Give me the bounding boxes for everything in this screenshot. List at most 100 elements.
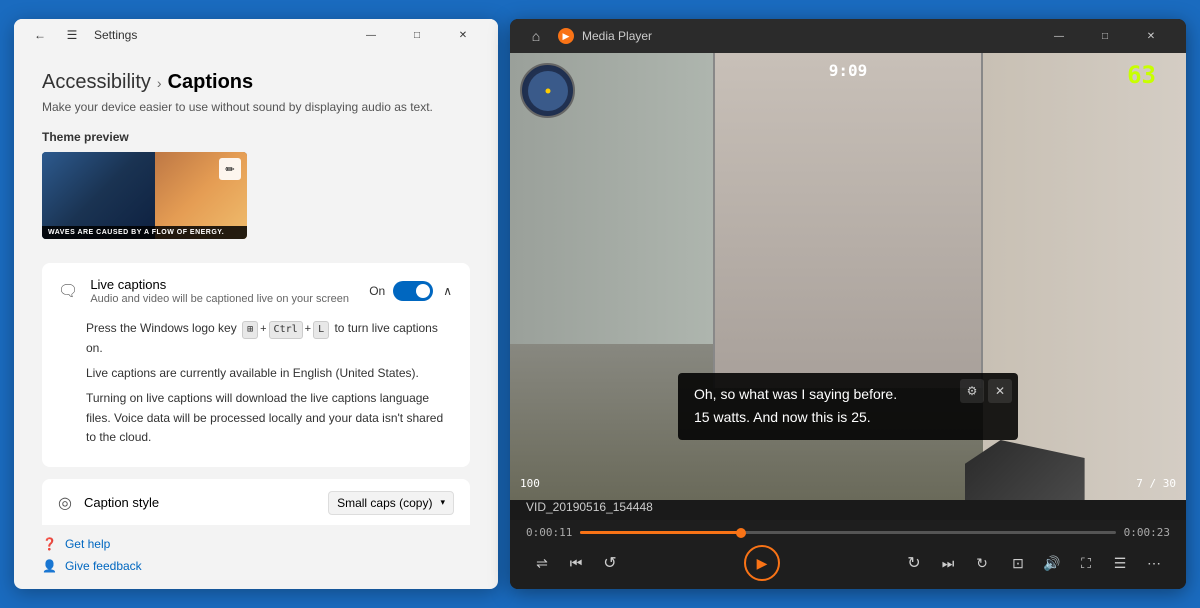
caption-line-2: 15 watts. And now this is 25.: [694, 408, 1002, 428]
breadcrumb-parent[interactable]: Accessibility: [42, 71, 151, 94]
play-icon: ▶: [757, 555, 768, 572]
titlebar-nav: ← ☰: [26, 21, 86, 49]
page-description: Make your device easier to use without s…: [42, 100, 470, 114]
game-timer: 9:09: [829, 61, 868, 80]
controls-left: ⇌ ⏮ ↺: [526, 547, 626, 579]
media-minimize-button[interactable]: —: [1036, 19, 1082, 53]
maximize-button[interactable]: □: [394, 19, 440, 51]
settings-content: Accessibility › Captions Make your devic…: [14, 51, 498, 525]
gear-icon: ⚙: [967, 384, 978, 398]
live-captions-row: 🗨 Live captions Audio and video will be …: [42, 263, 470, 319]
volume-button[interactable]: 🔊: [1036, 547, 1068, 579]
toggle-label: On: [369, 284, 385, 298]
game-score: 63: [1127, 61, 1156, 89]
caption-overlay: Oh, so what was I saying before. 15 watt…: [678, 373, 1018, 440]
shuffle-icon: ⇌: [536, 555, 548, 572]
titlebar-left: ← ☰ Settings: [26, 21, 137, 49]
caption-settings-button[interactable]: ⚙: [960, 379, 984, 403]
media-titlebar: ⌂ ▶ Media Player — □ ✕: [510, 19, 1186, 53]
repeat-icon: ↻: [976, 555, 988, 572]
feedback-icon: 👤: [42, 559, 57, 573]
settings-footer: ❓ Get help 👤 Give feedback: [14, 525, 498, 589]
breadcrumb-current: Captions: [168, 71, 254, 94]
filename-label: VID_20190516_154448: [510, 500, 1186, 520]
fullscreen-icon: ⛶: [1081, 555, 1091, 572]
video-area: 9:09 63 100 7 / 30 Oh, so what was I say…: [510, 53, 1186, 500]
breadcrumb: Accessibility › Captions: [42, 71, 470, 94]
caption-style-dropdown[interactable]: Small caps (copy) ▾: [328, 491, 454, 515]
progress-fill: [580, 531, 741, 534]
language-text: Live captions are currently available in…: [86, 364, 454, 383]
toggle-thumb: [416, 284, 430, 298]
forward-icon: ↻: [907, 553, 920, 573]
back-button[interactable]: ←: [26, 21, 54, 49]
window-title: Settings: [94, 28, 137, 42]
privacy-text: Turning on live captions will download t…: [86, 389, 454, 447]
caption-line-1: Oh, so what was I saying before.: [694, 385, 1002, 405]
next-icon: ⏭: [942, 555, 955, 572]
cast-button[interactable]: ⊡: [1002, 547, 1034, 579]
keyboard-shortcut: ⊞ + Ctrl + L: [242, 321, 329, 339]
settings-window: ← ☰ Settings — □ ✕ Accessibility › Capti…: [14, 19, 498, 589]
time-total: 0:00:23: [1124, 526, 1170, 539]
live-captions-right: On ∧: [369, 281, 454, 301]
progress-bar-container: 0:00:11 0:00:23: [526, 526, 1170, 539]
minimize-button[interactable]: —: [348, 19, 394, 51]
caption-style-card: ◎ Caption style Small caps (copy) ▾ Edit…: [42, 479, 470, 525]
live-captions-details: Press the Windows logo key ⊞ + Ctrl + L …: [42, 319, 470, 467]
controls-right-group: ↻ ⏭ ↻ ⊡ 🔊 ⛶ ☰: [898, 547, 1170, 579]
cast-icon: ⊡: [1012, 555, 1024, 572]
live-captions-title: Live captions: [90, 277, 357, 292]
close-button[interactable]: ✕: [440, 19, 486, 51]
shortcut-text: Press the Windows logo key ⊞ + Ctrl + L …: [86, 319, 454, 358]
settings-titlebar: ← ☰ Settings — □ ✕: [14, 19, 498, 51]
preview-edit-button[interactable]: ✏: [219, 158, 241, 180]
media-window-title: Media Player: [582, 29, 652, 43]
menu-button[interactable]: ☰: [58, 21, 86, 49]
media-maximize-button[interactable]: □: [1082, 19, 1128, 53]
repeat-button[interactable]: ↻: [966, 547, 998, 579]
caption-close-button[interactable]: ✕: [988, 379, 1012, 403]
breadcrumb-separator: ›: [157, 75, 162, 91]
fullscreen-button[interactable]: ⛶: [1070, 547, 1102, 579]
controls-row: ⇌ ⏮ ↺ ▶ ↻ ⏭: [526, 545, 1170, 581]
game-ammo: 7 / 30: [1136, 477, 1176, 490]
play-button[interactable]: ▶: [744, 545, 780, 581]
help-icon: ❓: [42, 537, 57, 551]
give-feedback-link[interactable]: 👤 Give feedback: [42, 559, 470, 573]
minimap-inner: [528, 71, 568, 111]
time-current: 0:00:11: [526, 526, 572, 539]
next-button[interactable]: ⏭: [932, 547, 964, 579]
live-captions-card: 🗨 Live captions Audio and video will be …: [42, 263, 470, 467]
theme-preview: WAVES ARE CAUSED BY A FLOW OF ENERGY. ✏: [42, 152, 247, 239]
caption-controls: ⚙ ✕: [960, 379, 1012, 403]
playlist-button[interactable]: ☰: [1104, 547, 1136, 579]
prev-button[interactable]: ⏮: [560, 547, 592, 579]
prev-icon: ⏮: [570, 555, 583, 572]
theme-preview-label: Theme preview: [42, 130, 470, 144]
playlist-icon: ☰: [1114, 555, 1127, 572]
forward-button[interactable]: ↻: [898, 547, 930, 579]
chevron-down-icon: ▾: [440, 497, 445, 508]
rewind-icon: ↺: [603, 553, 616, 573]
minimap-dot: [545, 88, 550, 93]
style-icon: ◎: [58, 493, 72, 513]
expand-button[interactable]: ∧: [441, 282, 454, 300]
progress-track[interactable]: [580, 531, 1115, 534]
get-help-link[interactable]: ❓ Get help: [42, 537, 470, 551]
media-win-controls: — □ ✕: [1036, 19, 1174, 53]
close-icon: ✕: [995, 384, 1005, 398]
live-captions-text: Live captions Audio and video will be ca…: [90, 277, 357, 305]
caption-style-row: ◎ Caption style Small caps (copy) ▾: [42, 479, 470, 525]
rewind-button[interactable]: ↺: [594, 547, 626, 579]
media-close-button[interactable]: ✕: [1128, 19, 1174, 53]
game-health: 100: [520, 477, 540, 490]
media-player-window: ⌂ ▶ Media Player — □ ✕: [510, 19, 1186, 589]
more-button[interactable]: ⋯: [1138, 547, 1170, 579]
media-home-button[interactable]: ⌂: [522, 22, 550, 50]
media-title-left: ⌂ ▶ Media Player: [522, 22, 652, 50]
shuffle-button[interactable]: ⇌: [526, 547, 558, 579]
home-icon: ⌂: [532, 28, 540, 44]
live-captions-toggle[interactable]: [393, 281, 433, 301]
controls-center: ▶: [744, 545, 780, 581]
